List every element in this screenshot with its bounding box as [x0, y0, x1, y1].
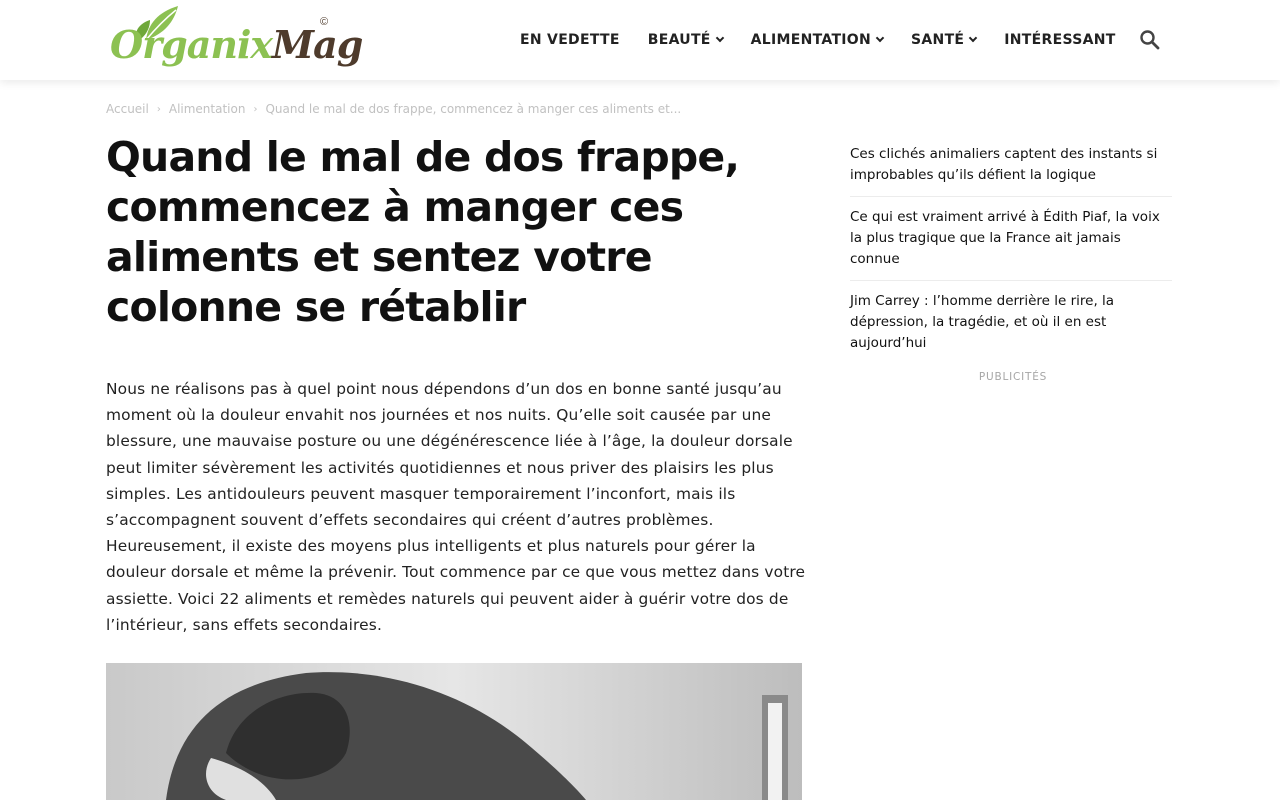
- nav-item-en-vedette[interactable]: EN VEDETTE: [506, 0, 634, 80]
- chevron-down-icon: [875, 33, 885, 43]
- nav-item-label: EN VEDETTE: [520, 32, 620, 48]
- nav-item-label: INTÉRESSANT: [1004, 32, 1116, 48]
- related-posts-list: Ces clichés animaliers captent des insta…: [850, 144, 1176, 374]
- chevron-right-icon: ›: [156, 103, 161, 115]
- breadcrumb: Accueil › Alimentation › Quand le mal de…: [106, 102, 681, 116]
- chevron-down-icon: [969, 33, 978, 43]
- logo-word-organix: Organix: [110, 22, 273, 67]
- copyright-mark: ©: [320, 16, 329, 28]
- logo-wordmark: OrganixMag: [110, 22, 363, 67]
- search-icon: [1140, 30, 1160, 50]
- breadcrumb-category-link[interactable]: Alimentation: [169, 102, 246, 116]
- breadcrumb-home-link[interactable]: Accueil: [106, 102, 149, 116]
- article-title: Quand le mal de dos frappe, commencez à …: [106, 133, 740, 331]
- nav-item-intéressant[interactable]: INTÉRESSANT: [990, 0, 1129, 80]
- logo-word-mag: Mag: [272, 22, 363, 67]
- related-post-link[interactable]: Ce qui est vraiment arrivé à Édith Piaf,…: [850, 207, 1172, 281]
- nav-item-label: SANTÉ: [911, 32, 965, 48]
- hero-photo-placeholder: [106, 663, 802, 800]
- site-logo[interactable]: OrganixMag ©: [108, 4, 363, 80]
- article-intro: Nous ne réalisons pas à quel point nous …: [106, 380, 806, 634]
- chevron-right-icon: ›: [253, 103, 258, 115]
- article-hero-image: [106, 663, 802, 800]
- main-nav: EN VEDETTE BEAUTÉ ALIMENTATION SANTÉ INTÉRES…: [506, 0, 1130, 80]
- breadcrumb-current: Quand le mal de dos frappe, commencez à …: [265, 102, 682, 116]
- search-button[interactable]: [1138, 28, 1162, 52]
- nav-item-beauté[interactable]: BEAUTÉ: [634, 0, 737, 80]
- nav-item-label: BEAUTÉ: [647, 32, 711, 48]
- nav-item-santé[interactable]: SANTÉ: [897, 0, 990, 80]
- ads-label: PUBLICITÉS: [978, 371, 1048, 383]
- related-post-link[interactable]: Jim Carrey : l’homme derrière le rire, l…: [850, 291, 1172, 364]
- nav-item-label: ALIMENTATION: [750, 32, 872, 48]
- site-header: OrganixMag © EN VEDETTE BEAUTÉ ALIMENTATIO…: [0, 0, 1280, 80]
- chevron-down-icon: [715, 33, 724, 43]
- related-post-link[interactable]: Ces clichés animaliers captent des insta…: [850, 144, 1172, 197]
- nav-item-alimentation[interactable]: ALIMENTATION: [737, 0, 897, 80]
